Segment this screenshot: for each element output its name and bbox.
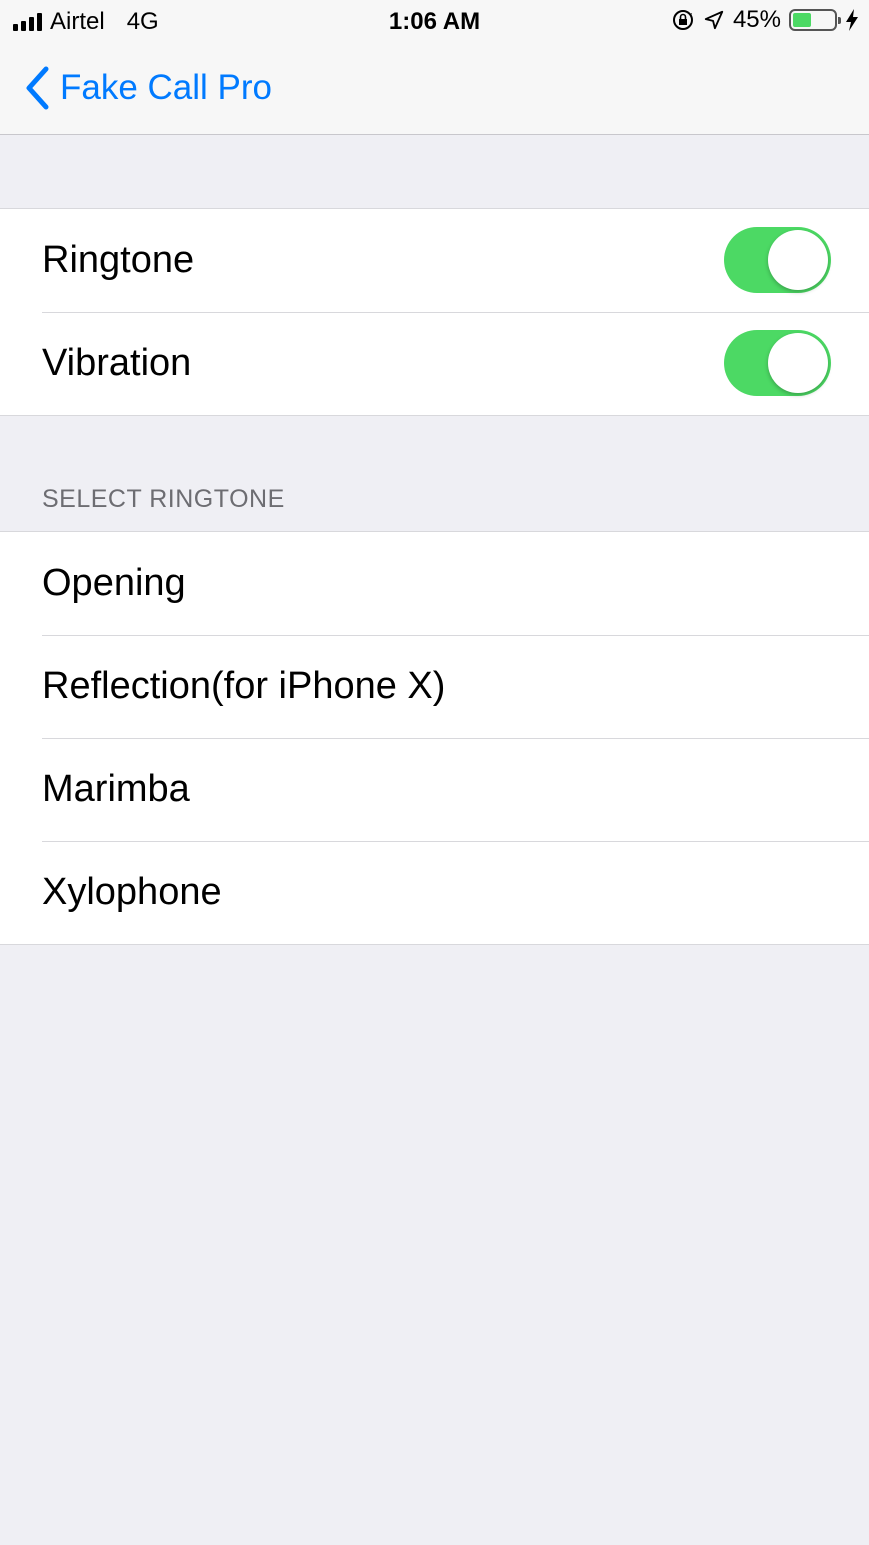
- orientation-lock-icon: [672, 10, 693, 30]
- ringtone-list: Opening Reflection(for iPhone X) Marimba…: [0, 531, 869, 945]
- battery-icon: [789, 9, 841, 31]
- vibration-label: Vibration: [42, 342, 192, 384]
- chevron-left-icon: [26, 66, 49, 110]
- ringtone-toggle[interactable]: [724, 227, 831, 293]
- charging-bolt-icon: [846, 9, 858, 31]
- status-right: 45%: [671, 6, 859, 34]
- toggle-knob: [768, 333, 828, 393]
- battery-percent: 45%: [732, 6, 781, 33]
- back-button[interactable]: Fake Call Pro: [24, 66, 272, 110]
- ringtone-option-label: Xylophone: [42, 871, 222, 913]
- ringtone-row: Ringtone: [0, 209, 869, 312]
- back-button-label: Fake Call Pro: [60, 68, 273, 107]
- vibration-toggle[interactable]: [724, 330, 831, 396]
- ringtone-option-marimba[interactable]: Marimba: [0, 738, 869, 841]
- settings-group: Ringtone Vibration: [0, 208, 869, 416]
- ringtone-option-reflection[interactable]: Reflection(for iPhone X): [0, 635, 869, 738]
- ringtone-option-opening[interactable]: Opening: [0, 532, 869, 635]
- location-arrow-icon: [704, 10, 724, 30]
- ringtone-option-label: Marimba: [42, 768, 190, 810]
- section-header: SELECT RINGTONE: [42, 485, 285, 513]
- toggle-knob: [768, 230, 828, 290]
- ringtone-option-label: Opening: [42, 562, 186, 604]
- navigation-bar: Fake Call Pro: [0, 44, 869, 135]
- status-bar: Airtel 4G 1:06 AM 45%: [0, 0, 869, 44]
- ringtone-label: Ringtone: [42, 239, 195, 281]
- ringtone-option-xylophone[interactable]: Xylophone: [0, 841, 869, 944]
- vibration-row: Vibration: [0, 312, 869, 415]
- ringtone-option-label: Reflection(for iPhone X): [42, 665, 446, 707]
- battery-level: [793, 13, 811, 27]
